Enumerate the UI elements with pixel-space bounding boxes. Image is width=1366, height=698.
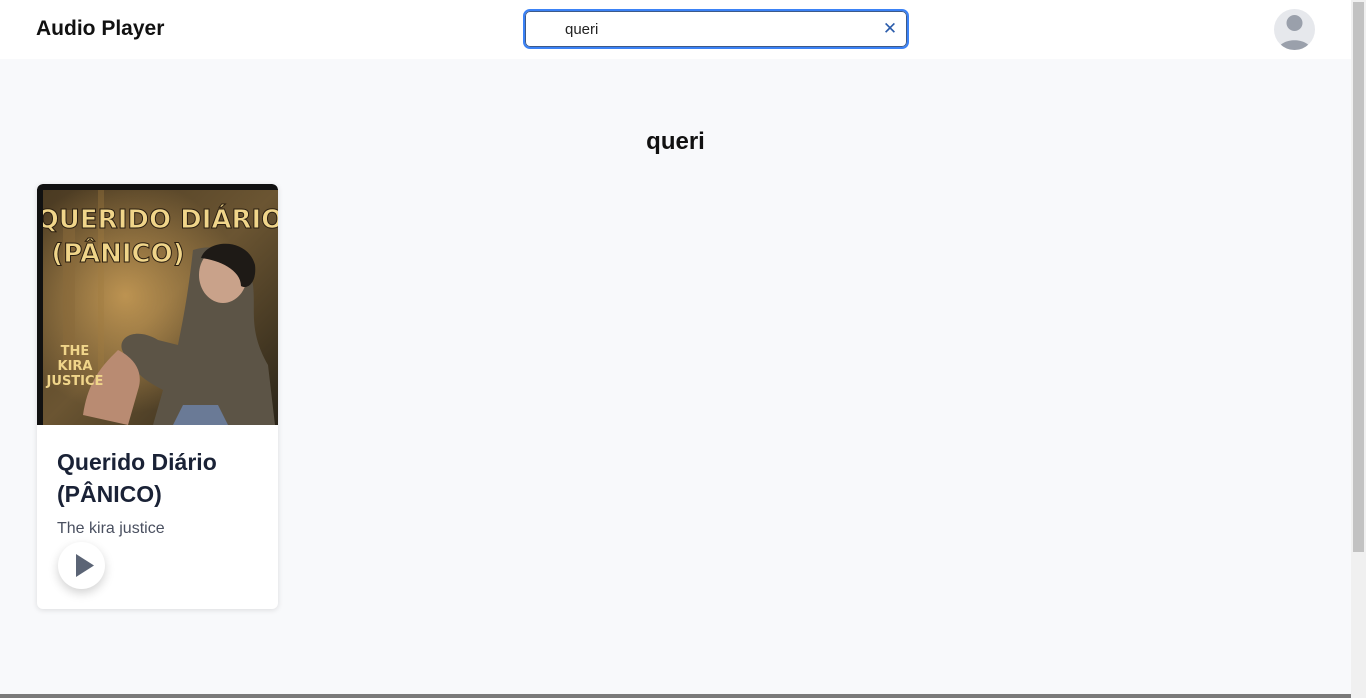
search-results-heading: queri xyxy=(646,128,705,155)
song-card[interactable]: QUERIDO DIÁRIO (PÂNICO) THE KIRA JUSTICE… xyxy=(37,184,278,609)
album-cover-art: QUERIDO DIÁRIO (PÂNICO) THE KIRA JUSTICE xyxy=(43,190,278,425)
svg-text:KIRA: KIRA xyxy=(58,359,93,374)
top-bar: Audio Player ✕ xyxy=(0,0,1351,59)
bottom-divider xyxy=(0,694,1351,698)
svg-text:(PÂNICO): (PÂNICO) xyxy=(51,237,184,269)
vertical-scrollbar[interactable] xyxy=(1351,0,1366,698)
svg-text:THE: THE xyxy=(61,344,90,359)
search-box[interactable]: ✕ xyxy=(523,9,909,49)
play-button[interactable] xyxy=(58,542,105,589)
scrollbar-thumb[interactable] xyxy=(1353,2,1364,552)
play-icon xyxy=(76,554,94,577)
album-cover[interactable]: QUERIDO DIÁRIO (PÂNICO) THE KIRA JUSTICE xyxy=(37,184,278,425)
close-icon[interactable]: ✕ xyxy=(881,20,899,38)
app-title[interactable]: Audio Player xyxy=(36,17,164,41)
svg-text:JUSTICE: JUSTICE xyxy=(46,374,104,389)
song-title[interactable]: Querido Diário (PÂNICO) xyxy=(57,446,262,510)
user-avatar-icon[interactable] xyxy=(1274,9,1315,50)
svg-text:QUERIDO DIÁRIO: QUERIDO DIÁRIO xyxy=(43,203,278,235)
song-artist: The kira justice xyxy=(57,520,165,537)
search-input[interactable] xyxy=(565,19,865,39)
